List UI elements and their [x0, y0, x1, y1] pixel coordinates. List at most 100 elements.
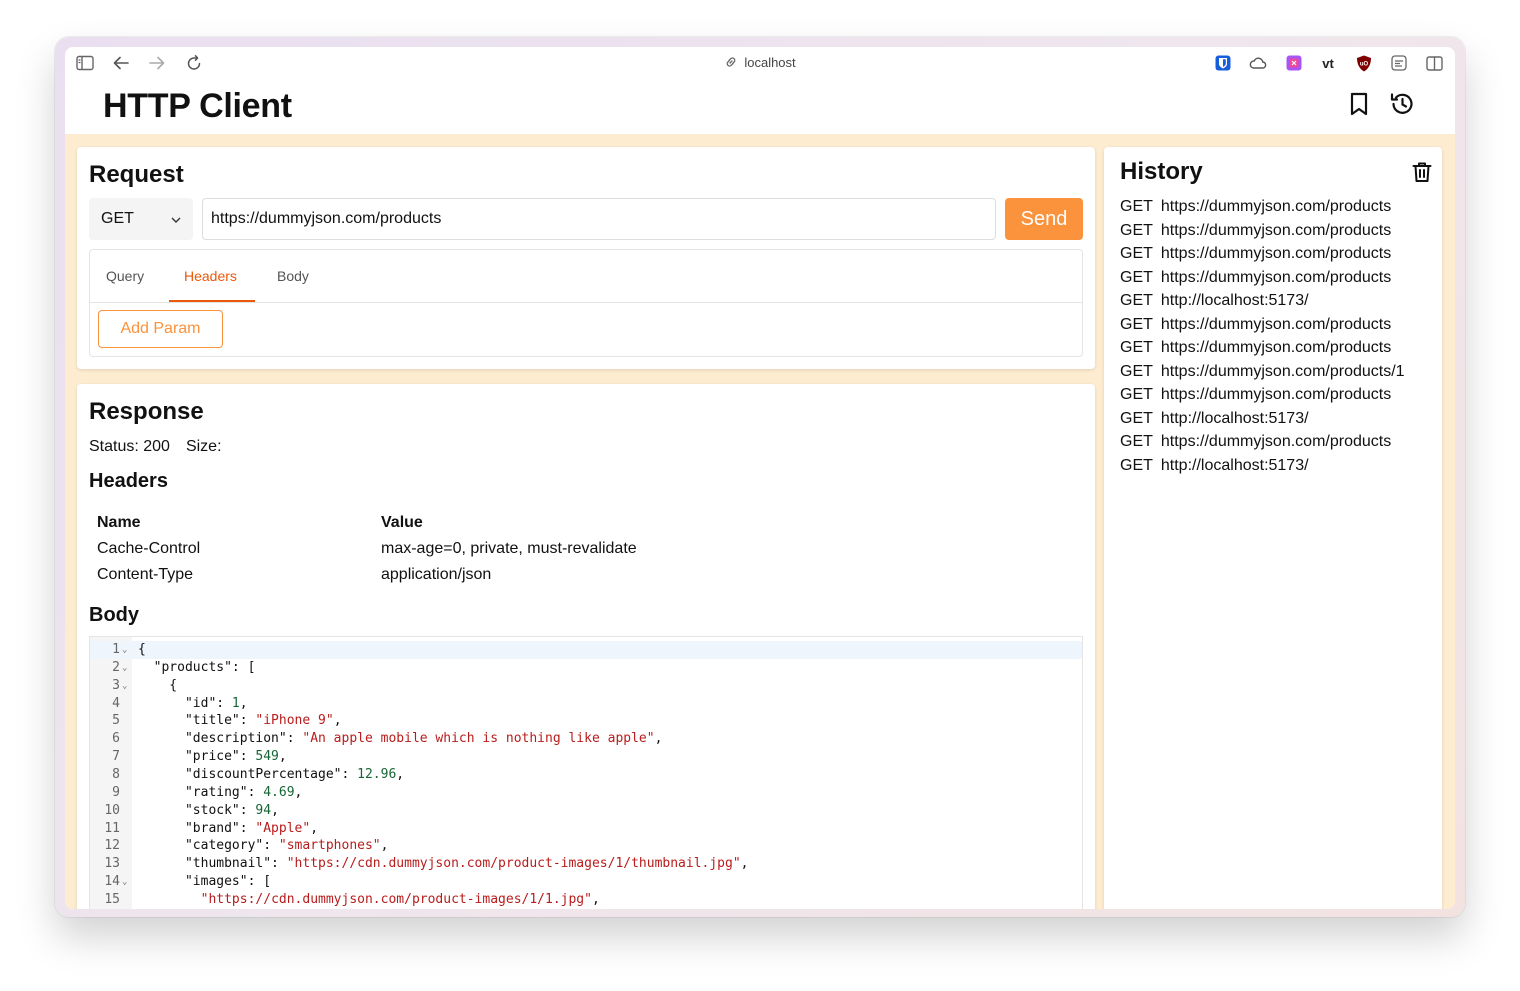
code-text: "category": "smartphones", [138, 837, 389, 855]
code-text: "thumbnail": "https://cdn.dummyjson.com/… [138, 855, 749, 873]
tab-headers[interactable]: Headers [184, 268, 237, 284]
string-token: "smartphones" [278, 838, 381, 854]
history-item-method: GET [1120, 221, 1153, 239]
history-item[interactable]: GET http://localhost:5173/ [1120, 407, 1405, 431]
fold-chevron-icon[interactable]: ⌄ [122, 677, 127, 695]
code-text: { [138, 641, 146, 659]
header-name-cell: Cache-Control [97, 540, 201, 557]
history-item[interactable]: GET http://localhost:5173/ [1120, 454, 1405, 478]
headers-table: Name Value Cache-Control max-age=0, priv… [97, 510, 637, 588]
code-token: "images": [ [138, 874, 272, 890]
history-heading: History [1120, 158, 1203, 185]
code-token: , [310, 820, 319, 836]
address-bar[interactable]: localhost [65, 55, 1455, 72]
tab-bar: Query Headers Body [90, 250, 1082, 303]
code-token: , [591, 891, 600, 907]
split-view-icon[interactable] [1425, 54, 1443, 72]
code-text: "title": "iPhone 9", [138, 712, 342, 730]
method-value: GET [101, 210, 134, 227]
history-item-url: http://localhost:5173/ [1160, 409, 1309, 427]
code-token: "products": [ [138, 659, 256, 675]
string-token: "Apple" [255, 820, 311, 836]
size-text: Size: [185, 438, 222, 455]
bookmark-icon[interactable] [1346, 91, 1372, 117]
line-number: 15 [104, 891, 120, 907]
history-item-method: GET [1120, 456, 1153, 474]
code-text: "description": "An apple mobile which is… [138, 730, 662, 748]
code-line: 8 "discountPercentage": 12.96, [90, 766, 1082, 784]
history-item-url: https://dummyjson.com/products [1160, 339, 1392, 356]
trash-icon[interactable] [1412, 161, 1432, 188]
line-number: 1 [112, 642, 120, 657]
number-token: 4.69 [263, 784, 295, 800]
cloud-icon[interactable] [1249, 54, 1267, 72]
line-number: 8 [112, 766, 120, 782]
history-item[interactable]: GET https://dummyjson.com/products [1120, 195, 1405, 219]
code-token: , [380, 838, 389, 854]
history-item-url: https://dummyjson.com/products [1160, 386, 1392, 403]
code-token: "rating": [138, 784, 264, 800]
add-param-button[interactable]: Add Param [98, 310, 223, 348]
history-item[interactable]: GET https://dummyjson.com/products [1120, 313, 1405, 337]
history-item[interactable]: GET https://dummyjson.com/products [1120, 336, 1405, 360]
vt-icon[interactable]: vt [1319, 54, 1337, 72]
table-header-row: Name Value [97, 510, 637, 536]
code-line: 13 "thumbnail": "https://cdn.dummyjson.c… [90, 855, 1082, 873]
code-text: "price": 549, [138, 748, 287, 766]
number-token: 549 [255, 749, 279, 765]
code-line: 10 "stock": 94, [90, 802, 1082, 820]
history-item-method: GET [1120, 433, 1153, 450]
code-token: "title": [138, 713, 256, 729]
tab-body[interactable]: Body [277, 268, 309, 284]
app-title: HTTP Client [103, 87, 292, 125]
status-line: Status: 200 Size: [89, 438, 238, 456]
send-button[interactable]: Send [1005, 198, 1083, 240]
code-text: "https://cdn.dummyjson.com/product-image… [138, 891, 600, 909]
string-token: "https://cdn.dummyjson.com/product-image… [286, 856, 741, 872]
string-token: "iPhone 9" [255, 713, 334, 729]
bitwarden-icon[interactable] [1214, 54, 1232, 72]
history-item[interactable]: GET https://dummyjson.com/products [1120, 383, 1405, 407]
number-token: 12.96 [357, 766, 397, 782]
code-line: 1 ⌄ { [90, 641, 1082, 659]
ublock-icon[interactable]: uO [1355, 54, 1373, 72]
url-input[interactable]: https://dummyjson.com/products [202, 198, 996, 240]
code-text: "stock": 94, [138, 802, 279, 820]
fold-chevron-icon[interactable]: ⌄ [122, 641, 127, 659]
method-select[interactable]: GET [89, 198, 193, 240]
code-text: "products": [ [138, 659, 256, 677]
extension-icon[interactable] [1285, 54, 1303, 72]
number-token: 1 [231, 695, 240, 711]
line-number: 12 [104, 838, 120, 854]
fold-chevron-icon[interactable]: ⌄ [122, 873, 127, 891]
code-line: 3 ⌄ { [90, 677, 1082, 695]
history-item-url: https://dummyjson.com/products [1160, 198, 1392, 215]
code-token: "category": [138, 838, 279, 854]
browser-toolbar: localhost vt uO [65, 47, 1455, 79]
code-token: "stock": [138, 802, 256, 818]
response-body-editor[interactable]: 1 ⌄{2 ⌄ "products": [3 ⌄ {4 "id": 1, 5 "titl… [89, 636, 1083, 909]
body-heading: Body [89, 604, 139, 626]
history-item[interactable]: GET https://dummyjson.com/products [1120, 430, 1405, 454]
reader-icon[interactable] [1390, 54, 1408, 72]
history-item-method: GET [1120, 245, 1153, 262]
code-text: { [138, 677, 177, 695]
history-item[interactable]: GET https://dummyjson.com/products [1120, 242, 1405, 266]
history-item[interactable]: GET https://dummyjson.com/products [1120, 266, 1405, 290]
code-token: , [294, 784, 303, 800]
history-item[interactable]: GET https://dummyjson.com/products/1 [1120, 360, 1405, 384]
code-token: "thumbnail": [138, 856, 287, 872]
line-number: 11 [104, 820, 120, 836]
history-icon[interactable] [1389, 91, 1415, 117]
code-token: { [138, 642, 146, 657]
code-line: 7 "price": 549, [90, 748, 1082, 766]
history-item[interactable]: GET https://dummyjson.com/products [1120, 219, 1405, 243]
history-item[interactable]: GET http://localhost:5173/ [1120, 289, 1405, 313]
column-header-name: Name [97, 514, 141, 531]
history-item-method: GET [1120, 315, 1153, 333]
request-tabs: Query Headers Body Add Param [89, 249, 1083, 357]
number-token: 94 [255, 802, 272, 818]
tab-query[interactable]: Query [106, 268, 144, 284]
fold-chevron-icon[interactable]: ⌄ [122, 659, 127, 677]
line-number: 2 [112, 659, 120, 675]
